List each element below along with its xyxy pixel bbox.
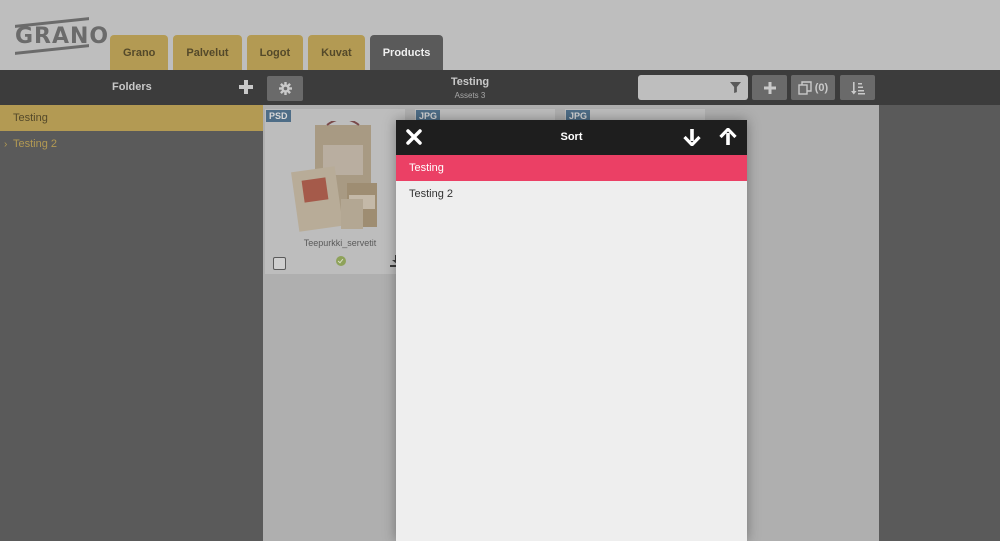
- tab-grano[interactable]: Grano: [110, 35, 169, 70]
- sort-dialog: Sort Testing Testing 2: [396, 120, 747, 541]
- search-input[interactable]: [638, 75, 748, 100]
- sort-button[interactable]: [840, 75, 875, 100]
- folder-sidebar: Testing › Testing 2: [0, 105, 263, 541]
- right-panel: [879, 105, 1000, 541]
- sort-item-testing-2[interactable]: Testing 2: [396, 181, 747, 207]
- folder-item-testing-2[interactable]: › Testing 2: [0, 131, 263, 157]
- grano-logo[interactable]: GRANO: [15, 17, 108, 55]
- plus-icon: [239, 80, 253, 94]
- current-folder-title: Testing: [450, 76, 490, 88]
- asset-select-checkbox[interactable]: [273, 257, 286, 270]
- asset-name: Teepurkki_servetit: [303, 238, 377, 248]
- filter-icon[interactable]: [730, 82, 741, 93]
- asset-count: Assets 3: [454, 91, 486, 100]
- arrow-down-icon[interactable]: [683, 128, 701, 146]
- asset-card[interactable]: PSD Teepurkki_servetit: [265, 109, 405, 274]
- asset-thumbnail[interactable]: [285, 121, 395, 233]
- toolbar: Folders Testing Assets 3 (0): [0, 70, 1000, 105]
- sort-icon: [850, 81, 865, 94]
- logo-text: GRANO: [15, 24, 110, 49]
- folder-item-testing[interactable]: Testing: [0, 105, 263, 131]
- arrow-up-icon[interactable]: [719, 128, 737, 146]
- gear-icon: [278, 82, 292, 95]
- add-asset-button[interactable]: [752, 75, 787, 100]
- approved-check-icon: [336, 256, 346, 266]
- top-header: GRANO Grano Palvelut Logot Kuvat Product…: [0, 0, 1000, 70]
- chevron-right-icon[interactable]: ›: [4, 139, 7, 150]
- collection-count: (0): [814, 81, 829, 94]
- tab-logot[interactable]: Logot: [246, 35, 304, 70]
- collection-button[interactable]: (0): [791, 75, 835, 100]
- tab-palvelut[interactable]: Palvelut: [173, 35, 242, 70]
- copy-icon: [798, 80, 812, 95]
- folders-label: Folders: [112, 81, 152, 93]
- folder-settings-button[interactable]: [267, 76, 303, 101]
- sort-dialog-header: Sort: [396, 120, 747, 155]
- plus-icon: [763, 81, 776, 94]
- main-tabs: Grano Palvelut Logot Kuvat Products: [110, 35, 444, 70]
- tab-products[interactable]: Products: [369, 35, 444, 70]
- tab-kuvat[interactable]: Kuvat: [308, 35, 365, 70]
- sort-item-testing[interactable]: Testing: [396, 155, 747, 181]
- folder-label: Testing: [13, 112, 48, 124]
- add-folder-button[interactable]: [236, 77, 256, 97]
- folder-label: Testing 2: [13, 138, 58, 150]
